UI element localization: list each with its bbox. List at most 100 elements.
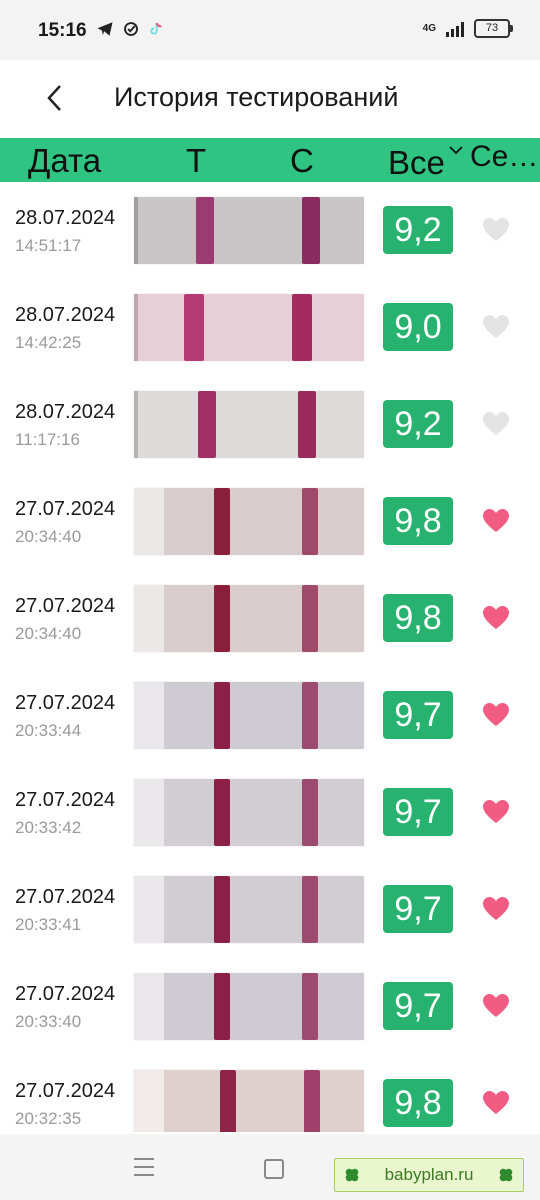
test-time: 20:33:42 xyxy=(15,818,82,837)
test-strip-image[interactable] xyxy=(134,682,364,749)
heart-icon[interactable] xyxy=(482,993,510,1019)
list-item[interactable]: 27.07.2024 20:34:40 9,8 xyxy=(0,570,540,667)
test-date: 27.07.2024 xyxy=(15,692,116,714)
test-date: 28.07.2024 xyxy=(15,304,116,326)
heart-icon[interactable] xyxy=(482,799,510,825)
column-c[interactable]: С xyxy=(290,142,314,180)
notification-icons xyxy=(96,20,164,38)
chevron-down-icon[interactable] xyxy=(448,144,464,156)
heart-icon[interactable] xyxy=(482,896,510,922)
control-line-c xyxy=(302,488,318,555)
score-badge[interactable]: 9,8 xyxy=(383,497,453,545)
list-item[interactable]: 27.07.2024 20:33:42 9,7 xyxy=(0,764,540,861)
test-strip-image[interactable] xyxy=(134,973,364,1040)
score-badge[interactable]: 9,7 xyxy=(383,982,453,1030)
list-item[interactable]: 27.07.2024 20:34:40 9,8 xyxy=(0,473,540,570)
test-strip-image[interactable] xyxy=(134,585,364,652)
heart-icon[interactable] xyxy=(482,1090,510,1116)
score-badge[interactable]: 9,8 xyxy=(383,1079,453,1127)
recent-apps-button[interactable] xyxy=(134,1158,154,1176)
test-line-t xyxy=(214,585,230,652)
strip-tab xyxy=(134,876,164,943)
filter-dropdown[interactable]: Все xyxy=(388,144,445,182)
clover-icon xyxy=(345,1168,359,1182)
test-line-t xyxy=(214,779,230,846)
column-favorite[interactable]: Се… xyxy=(470,140,538,174)
test-line-t xyxy=(198,391,216,458)
heart-icon[interactable] xyxy=(482,411,510,437)
test-strip-image[interactable] xyxy=(134,779,364,846)
system-nav-bar: ◁ babyplan.ru xyxy=(0,1134,540,1200)
test-time: 20:33:41 xyxy=(15,915,82,934)
control-line-c xyxy=(302,973,318,1040)
column-date[interactable]: Дата xyxy=(28,142,101,180)
telegram-icon xyxy=(97,22,113,36)
list-item[interactable]: 27.07.2024 20:33:40 9,7 xyxy=(0,958,540,1055)
test-date: 28.07.2024 xyxy=(15,207,116,229)
test-time: 20:34:40 xyxy=(15,624,82,643)
list-item[interactable]: 27.07.2024 20:33:44 9,7 xyxy=(0,667,540,764)
status-bar: 15:16 4G 73 xyxy=(0,0,540,60)
clover-icon xyxy=(499,1168,513,1182)
test-strip-image[interactable] xyxy=(134,391,364,458)
column-t[interactable]: Т xyxy=(186,142,206,180)
test-time: 20:33:44 xyxy=(15,721,82,740)
test-strip-image[interactable] xyxy=(134,294,364,361)
list-item[interactable]: 28.07.2024 14:42:25 9,0 xyxy=(0,279,540,376)
list-item[interactable]: 28.07.2024 11:17:16 9,2 xyxy=(0,376,540,473)
column-header-bar: Дата Т С Все Се… xyxy=(0,138,540,182)
heart-icon[interactable] xyxy=(482,702,510,728)
heart-icon[interactable] xyxy=(482,217,510,243)
battery-icon: 73 xyxy=(474,19,513,38)
test-strip-image[interactable] xyxy=(134,876,364,943)
strip-tab xyxy=(134,585,164,652)
strip-tab xyxy=(134,1070,164,1132)
page-title: История тестирований xyxy=(114,82,399,112)
test-date: 27.07.2024 xyxy=(15,498,116,520)
status-time: 15:16 xyxy=(38,20,87,41)
control-line-c xyxy=(302,197,320,264)
test-date: 27.07.2024 xyxy=(15,983,116,1005)
control-line-c xyxy=(304,1070,320,1132)
score-badge[interactable]: 9,8 xyxy=(383,594,453,642)
test-strip-image[interactable] xyxy=(134,1070,364,1132)
score-badge[interactable]: 9,7 xyxy=(383,885,453,933)
test-time: 14:51:17 xyxy=(15,236,82,255)
score-badge[interactable]: 9,2 xyxy=(383,400,453,448)
control-line-c xyxy=(302,779,318,846)
test-date: 27.07.2024 xyxy=(15,886,116,908)
score-badge[interactable]: 9,7 xyxy=(383,691,453,739)
test-line-t xyxy=(214,876,230,943)
control-line-c xyxy=(302,682,318,749)
tiktok-icon xyxy=(150,22,162,35)
strip-edge xyxy=(134,197,138,264)
home-button[interactable] xyxy=(264,1159,284,1179)
test-time: 11:17:16 xyxy=(15,430,80,449)
test-time: 20:32:35 xyxy=(15,1109,82,1128)
test-strip-image[interactable] xyxy=(134,197,364,264)
score-badge[interactable]: 9,2 xyxy=(383,206,453,254)
test-history-list: 28.07.2024 14:51:17 9,2 28.07.2024 14:42:25 9… xyxy=(0,182,540,1132)
control-line-c xyxy=(302,585,318,652)
test-line-t xyxy=(214,682,230,749)
strip-tab xyxy=(134,682,164,749)
test-time: 20:34:40 xyxy=(15,527,82,546)
system-icons: 4G 73 xyxy=(423,19,513,38)
strip-edge xyxy=(134,391,138,458)
heart-icon[interactable] xyxy=(482,605,510,631)
score-badge[interactable]: 9,0 xyxy=(383,303,453,351)
test-date: 27.07.2024 xyxy=(15,789,116,811)
heart-icon[interactable] xyxy=(482,314,510,340)
control-line-c xyxy=(292,294,312,361)
heart-icon[interactable] xyxy=(482,508,510,534)
list-item[interactable]: 28.07.2024 14:51:17 9,2 xyxy=(0,182,540,279)
chevron-left-icon xyxy=(47,85,61,111)
test-line-t xyxy=(214,488,230,555)
list-item[interactable]: 27.07.2024 20:32:35 9,8 xyxy=(0,1055,540,1132)
watermark-badge: babyplan.ru xyxy=(334,1158,524,1192)
score-badge[interactable]: 9,7 xyxy=(383,788,453,836)
test-strip-image[interactable] xyxy=(134,488,364,555)
test-time: 20:33:40 xyxy=(15,1012,82,1031)
list-item[interactable]: 27.07.2024 20:33:41 9,7 xyxy=(0,861,540,958)
back-button[interactable] xyxy=(38,78,74,118)
